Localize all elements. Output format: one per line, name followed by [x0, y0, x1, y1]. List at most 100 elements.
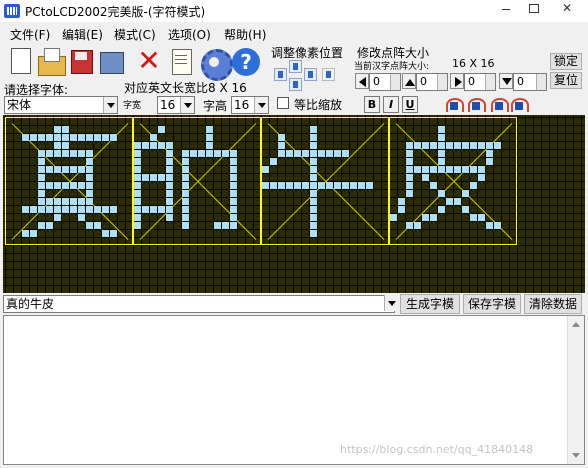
lit-pixel-dot[interactable]: [206, 134, 213, 141]
lit-pixel-dot[interactable]: [310, 182, 317, 189]
lit-pixel-dot[interactable]: [86, 158, 93, 165]
lit-pixel-dot[interactable]: [54, 206, 61, 213]
lit-pixel-dot[interactable]: [206, 126, 213, 133]
lit-pixel-dot[interactable]: [78, 182, 85, 189]
lit-pixel-dot[interactable]: [214, 150, 221, 157]
lit-pixel-dot[interactable]: [310, 214, 317, 221]
lit-pixel-dot[interactable]: [46, 206, 53, 213]
lit-pixel-dot[interactable]: [406, 150, 413, 157]
lit-pixel-dot[interactable]: [310, 190, 317, 197]
minimize-button[interactable]: [492, 0, 520, 18]
lit-pixel-dot[interactable]: [446, 166, 453, 173]
lit-pixel-dot[interactable]: [86, 206, 93, 213]
lit-pixel-dot[interactable]: [22, 230, 29, 237]
lit-pixel-dot[interactable]: [166, 198, 173, 205]
menu-file[interactable]: 文件(F): [10, 26, 50, 43]
lit-pixel-dot[interactable]: [230, 158, 237, 165]
lit-pixel-dot[interactable]: [22, 206, 29, 213]
lit-pixel-dot[interactable]: [86, 166, 93, 173]
shift-right-button[interactable]: [304, 68, 317, 81]
lit-pixel-dot[interactable]: [158, 142, 165, 149]
lit-pixel-dot[interactable]: [78, 206, 85, 213]
dot-width-spinner[interactable]: 0: [369, 73, 401, 91]
lit-pixel-dot[interactable]: [190, 150, 197, 157]
lit-pixel-dot[interactable]: [54, 126, 61, 133]
lit-pixel-dot[interactable]: [310, 230, 317, 237]
lit-pixel-dot[interactable]: [230, 198, 237, 205]
dot-height-decrease-button[interactable]: [499, 73, 513, 89]
lit-pixel-dot[interactable]: [30, 230, 37, 237]
lit-pixel-dot[interactable]: [342, 150, 349, 157]
dot-width-decrease-button[interactable]: [355, 73, 369, 89]
lit-pixel-dot[interactable]: [134, 166, 141, 173]
lit-pixel-dot[interactable]: [230, 150, 237, 157]
lit-pixel-dot[interactable]: [30, 134, 37, 141]
lit-pixel-dot[interactable]: [150, 142, 157, 149]
lit-pixel-dot[interactable]: [54, 214, 61, 221]
lit-pixel-dot[interactable]: [142, 206, 149, 213]
lit-pixel-dot[interactable]: [414, 166, 421, 173]
lit-pixel-dot[interactable]: [102, 230, 109, 237]
lit-pixel-dot[interactable]: [438, 142, 445, 149]
lit-pixel-dot[interactable]: [438, 166, 445, 173]
lit-pixel-dot[interactable]: [46, 222, 53, 229]
lit-pixel-dot[interactable]: [166, 158, 173, 165]
shift-center-button[interactable]: [322, 68, 335, 81]
menu-edit[interactable]: 编辑(E): [62, 26, 103, 43]
lit-pixel-dot[interactable]: [478, 142, 485, 149]
lit-pixel-dot[interactable]: [134, 190, 141, 197]
lit-pixel-dot[interactable]: [86, 134, 93, 141]
lit-pixel-dot[interactable]: [438, 150, 445, 157]
lit-pixel-dot[interactable]: [70, 166, 77, 173]
lit-pixel-dot[interactable]: [46, 182, 53, 189]
lit-pixel-dot[interactable]: [22, 134, 29, 141]
lit-pixel-dot[interactable]: [102, 134, 109, 141]
lit-pixel-dot[interactable]: [230, 166, 237, 173]
lit-pixel-dot[interactable]: [182, 206, 189, 213]
dot-matrix-canvas[interactable]: [3, 115, 585, 293]
lit-pixel-dot[interactable]: [94, 134, 101, 141]
lit-pixel-dot[interactable]: [278, 150, 285, 157]
lit-pixel-dot[interactable]: [222, 222, 229, 229]
lit-pixel-dot[interactable]: [326, 150, 333, 157]
lit-pixel-dot[interactable]: [86, 190, 93, 197]
lit-pixel-dot[interactable]: [270, 158, 277, 165]
lit-pixel-dot[interactable]: [70, 134, 77, 141]
save-font-button[interactable]: 保存字模: [463, 294, 521, 314]
lit-pixel-dot[interactable]: [206, 150, 213, 157]
lit-pixel-dot[interactable]: [182, 198, 189, 205]
lit-pixel-dot[interactable]: [494, 222, 501, 229]
lit-pixel-dot[interactable]: [38, 150, 45, 157]
lit-pixel-dot[interactable]: [310, 142, 317, 149]
lit-pixel-dot[interactable]: [262, 182, 269, 189]
dot-width-spinner-2[interactable]: 0: [464, 73, 496, 91]
lit-pixel-dot[interactable]: [470, 214, 477, 221]
lit-pixel-dot[interactable]: [222, 150, 229, 157]
lit-pixel-dot[interactable]: [38, 174, 45, 181]
lit-pixel-dot[interactable]: [182, 166, 189, 173]
lit-pixel-dot[interactable]: [86, 150, 93, 157]
lit-pixel-dot[interactable]: [406, 166, 413, 173]
lit-pixel-dot[interactable]: [38, 222, 45, 229]
lit-pixel-dot[interactable]: [54, 166, 61, 173]
lit-pixel-dot[interactable]: [166, 190, 173, 197]
lit-pixel-dot[interactable]: [134, 206, 141, 213]
lit-pixel-dot[interactable]: [62, 182, 69, 189]
lit-pixel-dot[interactable]: [78, 134, 85, 141]
lit-pixel-dot[interactable]: [486, 222, 493, 229]
lit-pixel-dot[interactable]: [438, 134, 445, 141]
lit-pixel-dot[interactable]: [134, 182, 141, 189]
lit-pixel-dot[interactable]: [86, 222, 93, 229]
lit-pixel-dot[interactable]: [54, 198, 61, 205]
lit-pixel-dot[interactable]: [166, 174, 173, 181]
lit-pixel-dot[interactable]: [398, 198, 405, 205]
vertical-scrollbar[interactable]: [567, 316, 584, 464]
lit-pixel-dot[interactable]: [262, 166, 269, 173]
lit-pixel-dot[interactable]: [310, 134, 317, 141]
lit-pixel-dot[interactable]: [54, 134, 61, 141]
lit-pixel-dot[interactable]: [134, 214, 141, 221]
lit-pixel-dot[interactable]: [278, 134, 285, 141]
lit-pixel-dot[interactable]: [54, 142, 61, 149]
lit-pixel-dot[interactable]: [62, 198, 69, 205]
lit-pixel-dot[interactable]: [406, 190, 413, 197]
